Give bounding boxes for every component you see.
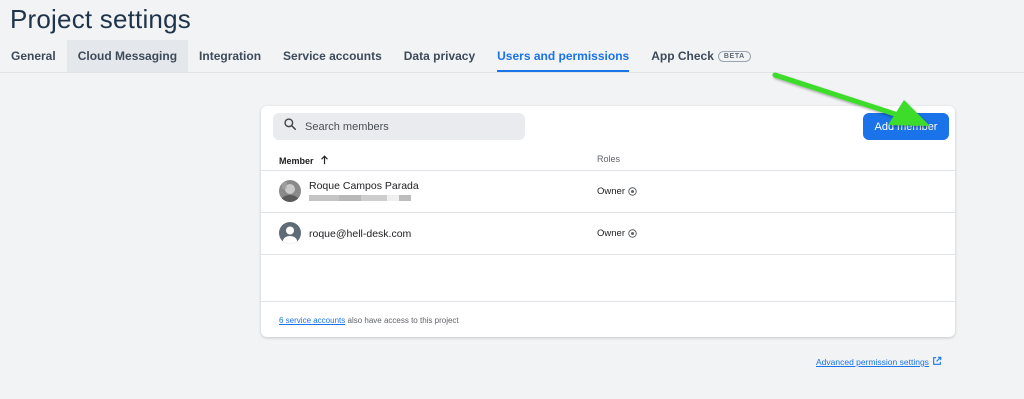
tab-bar: General Cloud Messaging Integration Serv… xyxy=(0,40,762,72)
default-person-avatar xyxy=(279,222,301,244)
tab-integration[interactable]: Integration xyxy=(188,40,272,72)
role-label: Owner xyxy=(597,228,625,239)
roles-column-header: Roles xyxy=(597,154,621,164)
open-in-new-icon xyxy=(932,356,942,368)
member-name: roque@hell-desk.com xyxy=(309,228,412,240)
role-label: Owner xyxy=(597,186,625,197)
members-card: Add member Member Roles Roque Campos Par… xyxy=(261,106,955,337)
tab-cloud-messaging[interactable]: Cloud Messaging xyxy=(66,40,189,72)
table-row: Roque Campos Parada Owner xyxy=(261,171,955,213)
redacted-email xyxy=(309,195,411,201)
card-footer: 6 service accounts also have access to t… xyxy=(279,316,459,325)
tab-app-check[interactable]: App Check BETA xyxy=(640,40,762,72)
tab-label: Data privacy xyxy=(403,49,476,63)
table-row: roque@hell-desk.com Owner xyxy=(261,213,955,255)
search-input[interactable] xyxy=(305,120,505,133)
tab-users-and-permissions[interactable]: Users and permissions xyxy=(486,40,640,72)
photo-avatar xyxy=(279,180,301,202)
beta-badge: BETA xyxy=(717,50,751,62)
tab-label: General xyxy=(11,49,56,63)
member-column-label: Member xyxy=(279,156,314,166)
tab-label: Integration xyxy=(199,49,262,63)
role-cell: Owner xyxy=(597,186,637,197)
sort-arrow-up-icon xyxy=(320,155,329,167)
role-help-icon[interactable] xyxy=(628,187,637,196)
tab-label: Service accounts xyxy=(283,49,382,63)
advanced-link-label: Advanced permission settings xyxy=(816,357,929,367)
tab-label: Cloud Messaging xyxy=(77,49,178,63)
service-accounts-link[interactable]: 6 service accounts xyxy=(279,316,345,325)
tab-label: App Check xyxy=(651,49,714,63)
tab-general[interactable]: General xyxy=(0,40,67,72)
role-help-icon[interactable] xyxy=(628,229,637,238)
page-title: Project settings xyxy=(10,4,191,34)
annotation-arrow-icon xyxy=(772,72,930,126)
advanced-permission-settings-link[interactable]: Advanced permission settings xyxy=(816,356,942,368)
search-icon xyxy=(283,117,297,136)
tab-service-accounts[interactable]: Service accounts xyxy=(272,40,393,72)
footer-text: also have access to this project xyxy=(345,316,459,325)
search-box[interactable] xyxy=(273,113,525,140)
member-name: Roque Campos Parada xyxy=(309,180,419,192)
footer-divider xyxy=(261,301,955,302)
member-column-header[interactable]: Member xyxy=(279,155,329,167)
table-header: Member Roles xyxy=(261,150,955,171)
tab-label: Users and permissions xyxy=(497,49,630,63)
role-cell: Owner xyxy=(597,228,637,239)
tab-data-privacy[interactable]: Data privacy xyxy=(393,40,486,72)
